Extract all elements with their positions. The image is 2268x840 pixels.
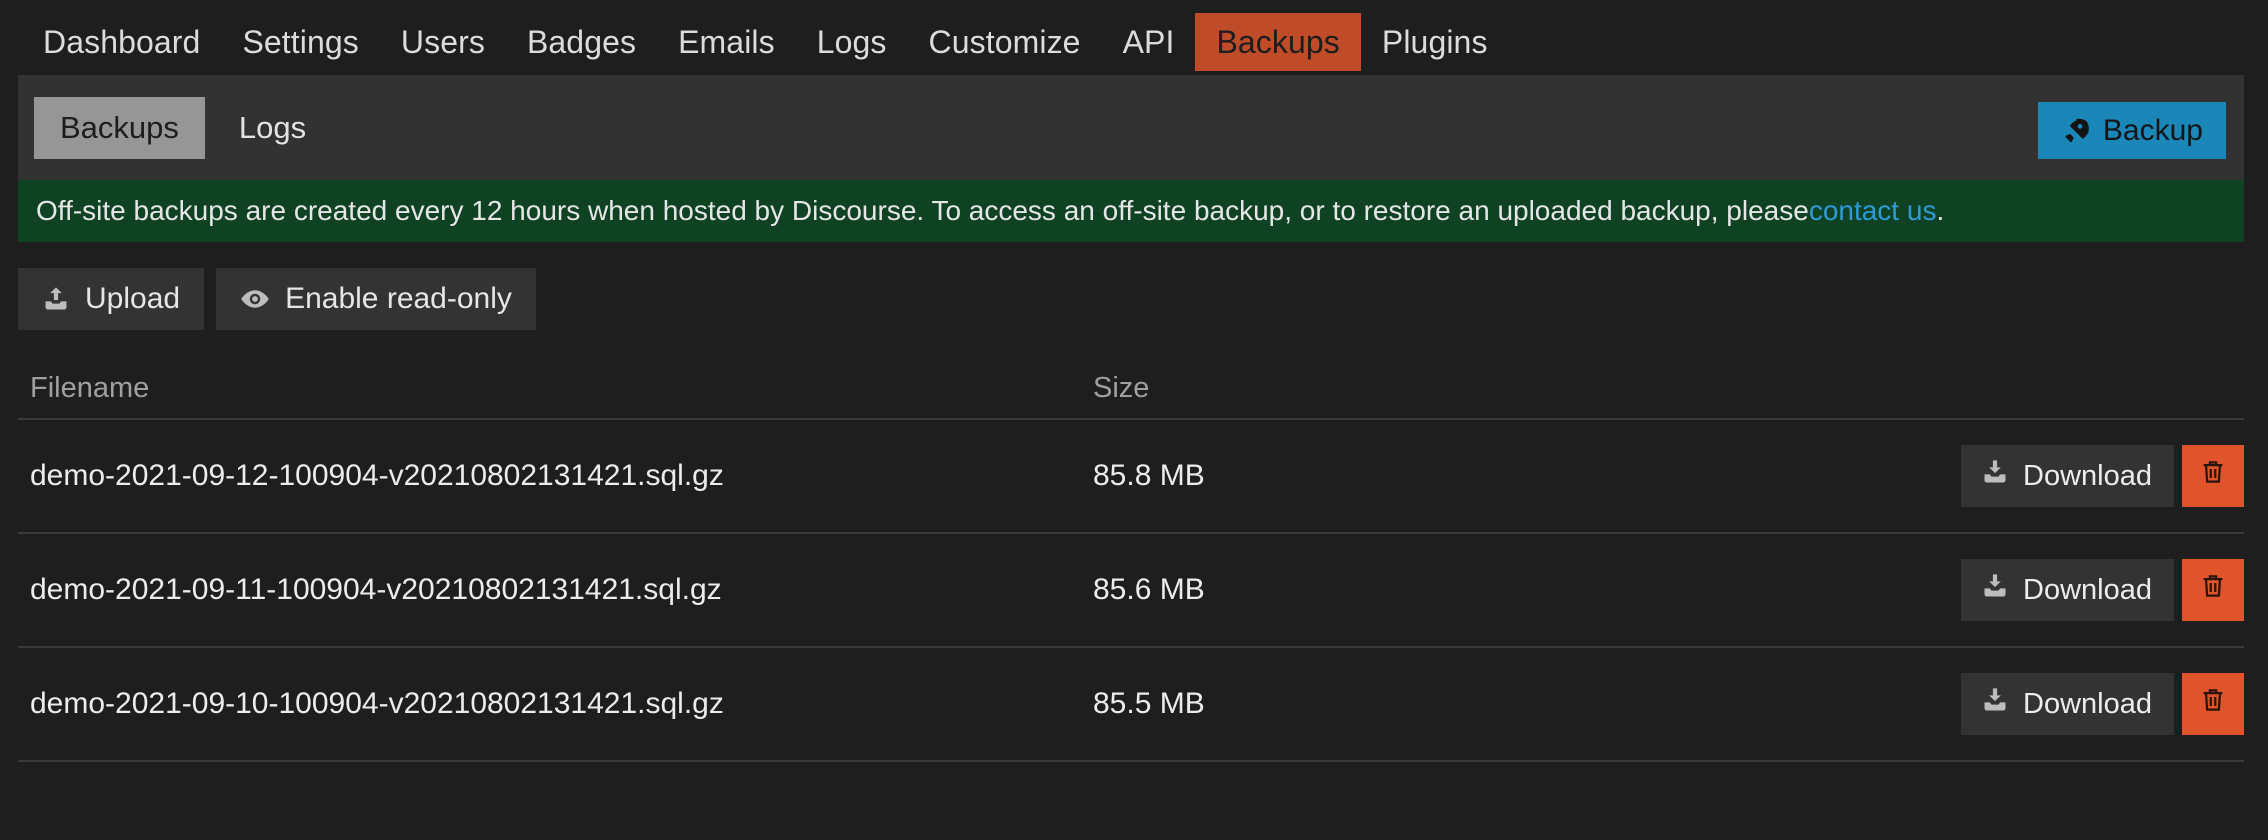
download-label: Download: [2023, 459, 2152, 492]
enable-read-only-button[interactable]: Enable read-only: [216, 268, 536, 330]
row-actions: Download: [1793, 445, 2244, 507]
row-actions: Download: [1793, 673, 2244, 735]
nav-item-users[interactable]: Users: [380, 13, 506, 71]
nav-item-customize[interactable]: Customize: [908, 13, 1102, 71]
notice-text-after: .: [1936, 195, 1945, 226]
table-row: demo-2021-09-11-100904-v20210802131421.s…: [18, 534, 2244, 648]
backups-table: Filename Size demo-2021-09-12-100904-v20…: [18, 330, 2244, 762]
table-header-row: Filename Size: [18, 358, 2244, 420]
column-header-size: Size: [1093, 371, 1150, 404]
offsite-backup-notice: Off-site backups are created every 12 ho…: [18, 180, 2244, 242]
delete-backup-button[interactable]: [2182, 673, 2244, 735]
backups-subnav-bar: Backups Logs Backup: [18, 75, 2244, 180]
backups-admin-page: Dashboard Settings Users Badges Emails L…: [0, 0, 2268, 840]
download-label: Download: [2023, 573, 2152, 606]
nav-item-api[interactable]: API: [1102, 13, 1196, 71]
row-actions: Download: [1793, 559, 2244, 621]
rocket-icon: [2061, 116, 2091, 146]
enable-read-only-label: Enable read-only: [285, 282, 512, 315]
backup-size: 85.5 MB: [1093, 687, 1205, 720]
backup-size: 85.8 MB: [1093, 459, 1205, 492]
nav-item-logs[interactable]: Logs: [796, 13, 908, 71]
download-button[interactable]: Download: [1961, 445, 2174, 507]
admin-top-nav: Dashboard Settings Users Badges Emails L…: [0, 0, 2268, 75]
notice-text-before: Off-site backups are created every 12 ho…: [36, 195, 1809, 226]
subtab-backups[interactable]: Backups: [34, 96, 205, 159]
nav-item-emails[interactable]: Emails: [657, 13, 796, 71]
download-button[interactable]: Download: [1961, 673, 2174, 735]
backup-size: 85.6 MB: [1093, 573, 1205, 606]
upload-icon: [42, 285, 70, 313]
nav-item-settings[interactable]: Settings: [221, 13, 379, 71]
create-backup-button[interactable]: Backup: [2037, 102, 2226, 159]
download-icon: [1981, 458, 2009, 494]
contact-us-link[interactable]: contact us: [1809, 195, 1937, 227]
delete-backup-button[interactable]: [2182, 559, 2244, 621]
subtab-logs[interactable]: Logs: [213, 97, 332, 159]
backup-filename: demo-2021-09-10-100904-v20210802131421.s…: [30, 687, 724, 720]
upload-button[interactable]: Upload: [18, 268, 205, 330]
download-icon: [1981, 686, 2009, 722]
download-button[interactable]: Download: [1961, 559, 2174, 621]
delete-backup-button[interactable]: [2182, 445, 2244, 507]
column-header-filename: Filename: [30, 371, 150, 404]
download-icon: [1981, 572, 2009, 608]
nav-item-backups[interactable]: Backups: [1195, 13, 1361, 71]
backup-actions-toolbar: Upload Enable read-only: [0, 242, 2268, 330]
backup-filename: demo-2021-09-11-100904-v20210802131421.s…: [30, 573, 722, 606]
eye-icon: [240, 284, 270, 314]
trash-icon: [2198, 685, 2228, 723]
trash-icon: [2198, 457, 2228, 495]
table-row: demo-2021-09-10-100904-v20210802131421.s…: [18, 648, 2244, 762]
nav-item-plugins[interactable]: Plugins: [1361, 13, 1509, 71]
download-label: Download: [2023, 687, 2152, 720]
create-backup-label: Backup: [2102, 113, 2203, 147]
upload-label: Upload: [85, 282, 181, 315]
trash-icon: [2198, 571, 2228, 609]
nav-item-dashboard[interactable]: Dashboard: [22, 13, 221, 71]
table-row: demo-2021-09-12-100904-v20210802131421.s…: [18, 420, 2244, 534]
backup-filename: demo-2021-09-12-100904-v20210802131421.s…: [30, 459, 724, 492]
nav-item-badges[interactable]: Badges: [506, 13, 657, 71]
